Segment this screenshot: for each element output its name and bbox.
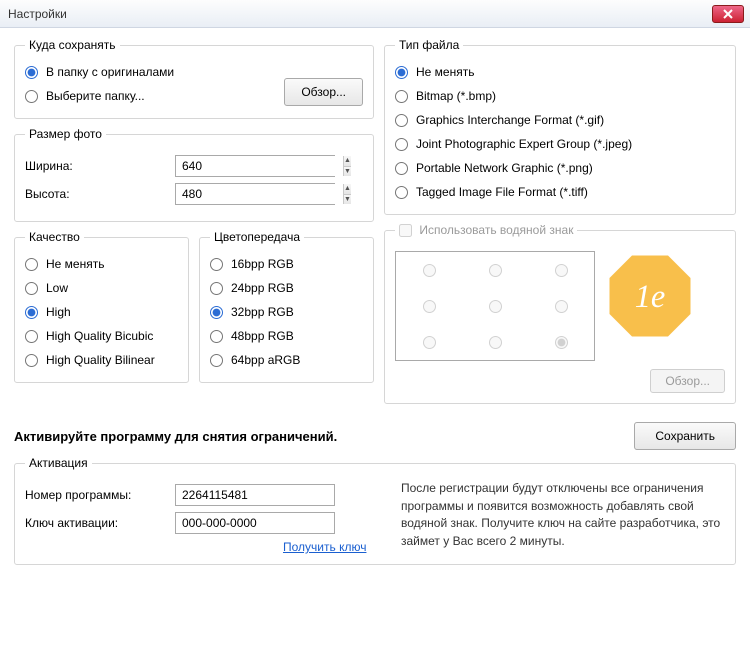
radio-quality-high[interactable] [25,306,38,319]
activation-key-label: Ключ активации: [25,516,175,530]
label-quality-keep: Не менять [46,257,104,271]
radio-ft-gif[interactable] [395,114,408,127]
program-num-input[interactable] [175,484,335,506]
watermark-legend-wrap: Использовать водяной знак [395,223,577,237]
width-input[interactable] [176,156,343,176]
radio-ft-bmp[interactable] [395,90,408,103]
wm-pos-1 [489,264,502,277]
group-photo-size: Размер фото Ширина: ▲ ▼ Высота: [14,127,374,222]
svg-text:1e: 1e [635,279,666,315]
label-ft-keep: Не менять [416,65,474,79]
height-down-icon[interactable]: ▼ [344,195,351,205]
width-up-icon[interactable]: ▲ [344,156,351,167]
width-down-icon[interactable]: ▼ [344,167,351,177]
label-color-32: 32bpp RGB [231,305,294,319]
radio-ft-keep[interactable] [395,66,408,79]
label-ft-gif: Graphics Interchange Format (*.gif) [416,113,604,127]
label-quality-hq-bicubic: High Quality Bicubic [46,329,153,343]
group-color: Цветопередача 16bpp RGB 24bpp RGB 32bpp … [199,230,374,383]
radio-color-16[interactable] [210,258,223,271]
watermark-position-grid [395,251,595,361]
wm-pos-5 [555,300,568,313]
label-ft-tiff: Tagged Image File Format (*.tiff) [416,185,588,199]
radio-ft-tiff[interactable] [395,186,408,199]
group-activation: Активация Номер программы: Ключ активаци… [14,456,736,565]
watermark-browse-button: Обзор... [650,369,725,393]
label-ft-bmp: Bitmap (*.bmp) [416,89,496,103]
activation-key-input[interactable] [175,512,335,534]
window-body: Куда сохранять В папку с оригиналами Выб… [0,28,750,583]
group-filetype: Тип файла Не менять Bitmap (*.bmp) Graph… [384,38,736,215]
label-ft-png: Portable Network Graphic (*.png) [416,161,593,175]
activation-info-text: После регистрации будут отключены все ог… [401,478,725,554]
label-quality-hq-bilinear: High Quality Bilinear [46,353,155,367]
label-quality-high: High [46,305,71,319]
wm-pos-2 [555,264,568,277]
label-save-custom: Выберите папку... [46,89,145,103]
height-label: Высота: [25,187,175,201]
group-watermark: Использовать водяной знак [384,223,736,404]
wm-pos-0 [423,264,436,277]
height-up-icon[interactable]: ▲ [344,184,351,195]
label-save-originals: В папку с оригиналами [46,65,174,79]
browse-save-button[interactable]: Обзор... [284,78,363,106]
size-legend: Размер фото [25,127,106,141]
radio-ft-jpeg[interactable] [395,138,408,151]
radio-save-custom[interactable] [25,90,38,103]
save-legend: Куда сохранять [25,38,120,52]
save-button[interactable]: Сохранить [634,422,736,450]
activate-bar: Активируйте программу для снятия огранич… [14,422,736,450]
watermark-checkbox [399,224,412,237]
wm-pos-7 [489,336,502,349]
label-color-24: 24bpp RGB [231,281,294,295]
radio-color-48[interactable] [210,330,223,343]
label-color-48: 48bpp RGB [231,329,294,343]
radio-ft-png[interactable] [395,162,408,175]
wm-pos-8 [555,336,568,349]
program-num-label: Номер программы: [25,488,175,502]
height-spinner: ▲ ▼ [175,183,335,205]
label-color-16: 16bpp RGB [231,257,294,271]
group-quality: Качество Не менять Low High High Quality… [14,230,189,383]
width-label: Ширина: [25,159,175,173]
activation-legend: Активация [25,456,92,470]
watermark-label: Использовать водяной знак [419,223,573,237]
radio-quality-low[interactable] [25,282,38,295]
label-quality-low: Low [46,281,68,295]
titlebar: Настройки [0,0,750,28]
radio-color-24[interactable] [210,282,223,295]
radio-color-64[interactable] [210,354,223,367]
radio-quality-keep[interactable] [25,258,38,271]
activate-message: Активируйте программу для снятия огранич… [14,429,634,444]
color-legend: Цветопередача [210,230,304,244]
radio-quality-hq-bicubic[interactable] [25,330,38,343]
wm-pos-6 [423,336,436,349]
quality-legend: Качество [25,230,84,244]
watermark-logo-icon: 1e [605,251,695,341]
height-input[interactable] [176,184,343,204]
window-title: Настройки [6,7,712,21]
width-spinner: ▲ ▼ [175,155,335,177]
label-ft-jpeg: Joint Photographic Expert Group (*.jpeg) [416,137,632,151]
wm-pos-3 [423,300,436,313]
radio-quality-hq-bilinear[interactable] [25,354,38,367]
filetype-legend: Тип файла [395,38,463,52]
radio-color-32[interactable] [210,306,223,319]
radio-save-originals[interactable] [25,66,38,79]
close-icon [723,9,733,19]
get-key-link[interactable]: Получить ключ [283,540,366,554]
label-color-64: 64bpp aRGB [231,353,300,367]
close-button[interactable] [712,5,744,23]
group-save-location: Куда сохранять В папку с оригиналами Выб… [14,38,374,119]
wm-pos-4 [489,300,502,313]
